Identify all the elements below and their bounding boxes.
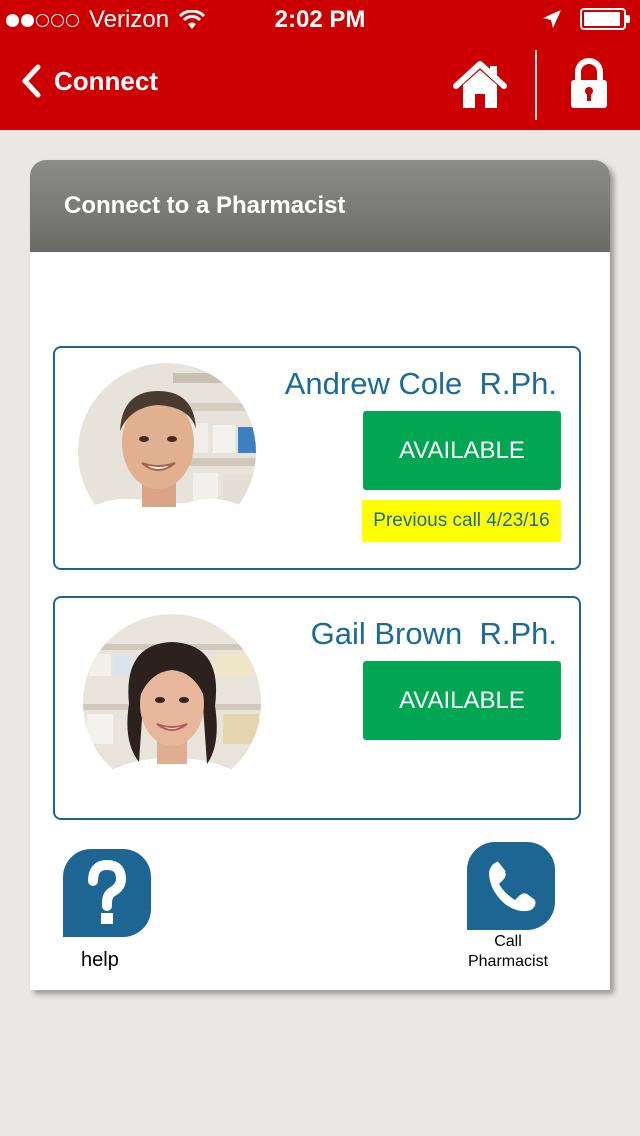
- call-pharmacist-label: Call Pharmacist: [448, 932, 568, 972]
- lock-button[interactable]: [566, 58, 612, 110]
- call-label-line1: Call: [494, 933, 522, 950]
- chevron-left-icon: [22, 64, 41, 98]
- page-title: Connect: [54, 65, 158, 96]
- pharmacist-photo: [78, 363, 256, 541]
- pharmacist-photo: [83, 614, 261, 792]
- pharmacist-portrait-male: [78, 363, 256, 541]
- pharmacist-credential: R.Ph.: [479, 616, 557, 651]
- battery-icon: [580, 8, 630, 30]
- call-pharmacist-button[interactable]: [467, 842, 555, 930]
- back-button[interactable]: Connect: [20, 64, 158, 98]
- available-button[interactable]: AVAILABLE: [363, 411, 561, 490]
- phone-icon: [489, 861, 536, 912]
- panel-title: Connect to a Pharmacist: [64, 192, 346, 219]
- pharmacist-credential: R.Ph.: [479, 366, 557, 401]
- pharmacist-name-text: Andrew Cole: [284, 366, 463, 401]
- status-bar: Verizon 2:02 PM: [0, 0, 640, 40]
- panel-header: Connect to a Pharmacist: [30, 160, 610, 252]
- top-bar: Verizon 2:02 PM Connect: [0, 0, 640, 130]
- question-mark-icon: [88, 859, 127, 924]
- pharmacist-panel: Connect to a Pharmacist Andrew Cole R.Ph…: [30, 160, 610, 990]
- pharmacist-portrait-female: [83, 614, 261, 792]
- previous-call-badge: Previous call 4/23/16: [362, 500, 561, 542]
- available-button[interactable]: AVAILABLE: [363, 661, 561, 740]
- lock-icon: [571, 58, 607, 108]
- status-right: [542, 8, 630, 30]
- pharmacist-name: Gail Brown R.Ph.: [311, 616, 557, 652]
- help-button[interactable]: [63, 849, 151, 937]
- pharmacist-card-andrew-cole[interactable]: Andrew Cole R.Ph. AVAILABLE Previous cal…: [53, 346, 581, 570]
- location-arrow-icon: [543, 10, 561, 28]
- navigation-bar: Connect: [0, 40, 640, 130]
- pharmacist-card-gail-brown[interactable]: Gail Brown R.Ph. AVAILABLE: [53, 596, 581, 820]
- pharmacist-name-text: Gail Brown: [310, 616, 463, 651]
- pharmacist-name: Andrew Cole R.Ph.: [285, 366, 557, 402]
- nav-divider: [535, 50, 537, 120]
- call-label-line2: Pharmacist: [467, 953, 549, 970]
- home-icon: [453, 61, 507, 108]
- home-button[interactable]: [452, 60, 508, 112]
- help-label: help: [81, 949, 119, 971]
